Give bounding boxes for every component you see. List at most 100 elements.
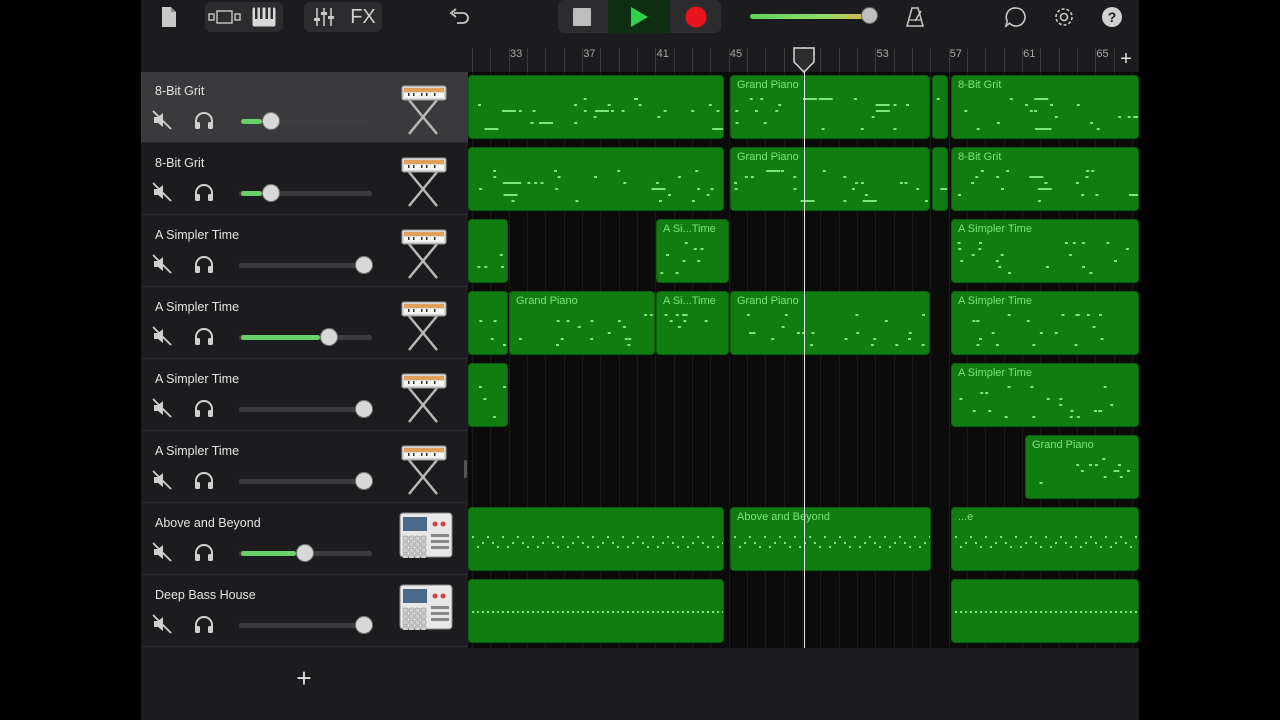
- track-volume-slider[interactable]: [239, 328, 374, 346]
- mute-icon[interactable]: [152, 110, 172, 130]
- region[interactable]: [468, 75, 724, 139]
- keyboard-instrument-icon[interactable]: [399, 296, 449, 352]
- keyboard-instrument-icon[interactable]: [399, 440, 449, 496]
- track-header[interactable]: A Simpler Time: [141, 216, 468, 287]
- add-track-icon[interactable]: +: [291, 665, 317, 691]
- keyboard-instrument-icon[interactable]: [399, 368, 449, 424]
- region[interactable]: A Si...Time: [656, 291, 729, 355]
- region[interactable]: [468, 579, 724, 643]
- midi-note: [722, 611, 723, 613]
- region[interactable]: Grand Piano: [730, 291, 930, 355]
- track-volume-slider[interactable]: [239, 616, 374, 634]
- midi-note: [627, 546, 629, 548]
- region[interactable]: A Simpler Time: [951, 363, 1139, 427]
- headphones-icon[interactable]: [193, 542, 215, 562]
- track-header[interactable]: A Simpler Time: [141, 288, 468, 359]
- track-header[interactable]: A Simpler Time: [141, 432, 468, 503]
- region[interactable]: A Simpler Time: [951, 291, 1139, 355]
- undo-icon[interactable]: [446, 2, 472, 32]
- ruler-tick: [856, 48, 858, 72]
- track-header[interactable]: Deep Bass House: [141, 576, 468, 647]
- keyboard-icon[interactable]: [249, 2, 279, 32]
- midi-note: [503, 194, 518, 196]
- region[interactable]: A Simpler Time: [951, 219, 1139, 283]
- volume-knob[interactable]: [262, 184, 280, 202]
- volume-knob[interactable]: [355, 400, 373, 418]
- region[interactable]: [932, 147, 948, 211]
- mute-icon[interactable]: [152, 470, 172, 490]
- settings-icon[interactable]: [1051, 2, 1077, 32]
- region[interactable]: [468, 219, 508, 283]
- track-header[interactable]: 8-Bit Grit: [141, 72, 468, 143]
- region[interactable]: Grand Piano: [1025, 435, 1139, 499]
- mute-icon[interactable]: [152, 254, 172, 274]
- region[interactable]: [468, 291, 508, 355]
- region[interactable]: 8-Bit Grit: [951, 75, 1139, 139]
- help-icon[interactable]: ?: [1099, 2, 1125, 32]
- midi-note: [839, 536, 841, 538]
- midi-note: [617, 546, 619, 548]
- mute-icon[interactable]: [152, 398, 172, 418]
- headphones-icon[interactable]: [193, 470, 215, 490]
- playhead-handle[interactable]: [792, 47, 816, 73]
- play-icon[interactable]: [626, 2, 652, 32]
- region[interactable]: Above and Beyond: [730, 507, 931, 571]
- track-volume-slider[interactable]: [239, 472, 374, 490]
- volume-knob[interactable]: [296, 544, 314, 562]
- headphones-icon[interactable]: [193, 110, 215, 130]
- stop-icon[interactable]: [569, 2, 595, 32]
- region[interactable]: [468, 363, 508, 427]
- volume-knob[interactable]: [355, 472, 373, 490]
- track-header[interactable]: 8-Bit Grit: [141, 144, 468, 215]
- metronome-icon[interactable]: [903, 2, 927, 32]
- add-section-icon[interactable]: +: [1116, 47, 1136, 71]
- region[interactable]: 8-Bit Grit: [951, 147, 1139, 211]
- drum-machine-icon[interactable]: [399, 584, 453, 640]
- tracks-view-icon[interactable]: [207, 2, 243, 32]
- track-header[interactable]: A Simpler Time: [141, 360, 468, 431]
- keyboard-instrument-icon[interactable]: [399, 80, 449, 136]
- region[interactable]: A Si...Time: [656, 219, 729, 283]
- region[interactable]: Grand Piano: [730, 75, 930, 139]
- track-volume-slider[interactable]: [239, 400, 374, 418]
- region[interactable]: [468, 507, 724, 571]
- headphones-icon[interactable]: [193, 182, 215, 202]
- keyboard-instrument-icon[interactable]: [399, 152, 449, 208]
- headphones-icon[interactable]: [193, 254, 215, 274]
- track-volume-slider[interactable]: [239, 112, 374, 130]
- track-header[interactable]: Above and Beyond: [141, 504, 468, 575]
- mixer-icon[interactable]: [309, 2, 339, 32]
- region-notes: [472, 611, 723, 613]
- region[interactable]: [932, 75, 948, 139]
- master-volume-slider[interactable]: [750, 7, 878, 25]
- mute-icon[interactable]: [152, 542, 172, 562]
- headphones-icon[interactable]: [193, 614, 215, 634]
- drum-machine-icon[interactable]: [399, 512, 453, 568]
- region[interactable]: [468, 147, 724, 211]
- master-volume-knob[interactable]: [860, 7, 878, 24]
- region[interactable]: Grand Piano: [730, 147, 930, 211]
- track-volume-slider[interactable]: [239, 544, 374, 562]
- region[interactable]: ...e: [951, 507, 1139, 571]
- document-icon[interactable]: [158, 2, 180, 32]
- keyboard-instrument-icon[interactable]: [399, 224, 449, 280]
- headphones-icon[interactable]: [193, 398, 215, 418]
- volume-knob[interactable]: [355, 256, 373, 274]
- region[interactable]: [951, 579, 1139, 643]
- midi-note: [652, 611, 654, 613]
- track-volume-slider[interactable]: [239, 256, 374, 274]
- record-icon[interactable]: [683, 2, 709, 32]
- fx-button[interactable]: FX: [346, 2, 380, 32]
- region[interactable]: Grand Piano: [509, 291, 655, 355]
- loop-browser-icon[interactable]: [1003, 2, 1029, 32]
- volume-knob[interactable]: [355, 616, 373, 634]
- volume-knob[interactable]: [262, 112, 280, 130]
- midi-note: [478, 386, 482, 388]
- track-volume-slider[interactable]: [239, 184, 374, 202]
- mute-icon[interactable]: [152, 326, 172, 346]
- mute-icon[interactable]: [152, 182, 172, 202]
- midi-note: [1069, 416, 1073, 418]
- headphones-icon[interactable]: [193, 326, 215, 346]
- mute-icon[interactable]: [152, 614, 172, 634]
- volume-knob[interactable]: [320, 328, 338, 346]
